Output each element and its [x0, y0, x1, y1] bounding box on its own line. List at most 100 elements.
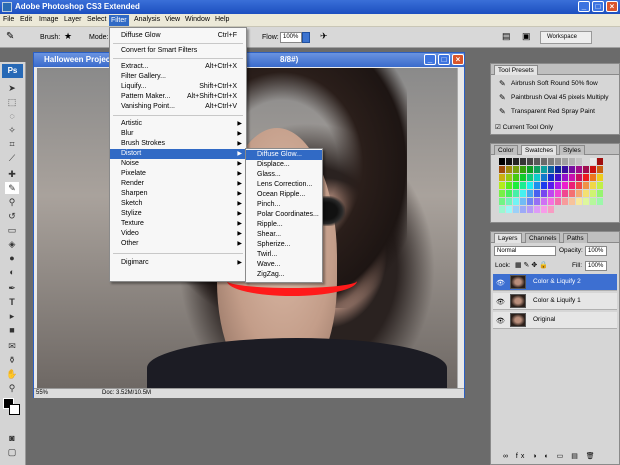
- swatch[interactable]: [520, 198, 526, 205]
- swatch[interactable]: [534, 174, 540, 181]
- swatch[interactable]: [506, 166, 512, 173]
- swatch[interactable]: [548, 182, 554, 189]
- tab-color[interactable]: Color: [494, 145, 518, 155]
- swatch[interactable]: [527, 190, 533, 197]
- swatch[interactable]: [527, 182, 533, 189]
- menu-item-pattern-maker[interactable]: Pattern Maker... Alt+Shift+Ctrl+X: [110, 92, 246, 102]
- swatch[interactable]: [569, 190, 575, 197]
- submenu-diffuse-glow[interactable]: Diffuse Glow...: [246, 150, 322, 160]
- swatch[interactable]: [548, 166, 554, 173]
- swatch[interactable]: [576, 158, 582, 165]
- swatch[interactable]: [583, 174, 589, 181]
- menu-item-distort[interactable]: Distort ▶: [110, 149, 246, 159]
- eye-icon[interactable]: 👁: [496, 298, 505, 306]
- layers-bottom-toolbar[interactable]: ∞ fx ◑ ◐ ▭ ▤ 🗑: [503, 452, 598, 460]
- zoom-level[interactable]: 55%: [36, 390, 48, 396]
- swatch[interactable]: [513, 166, 519, 173]
- swatch[interactable]: [520, 190, 526, 197]
- swatch[interactable]: [513, 198, 519, 205]
- swatch[interactable]: [562, 158, 568, 165]
- preset-item[interactable]: ✎ Paintbrush Oval 45 pixels Multiply: [499, 92, 617, 104]
- swatch[interactable]: [499, 158, 505, 165]
- path-selection-icon[interactable]: ▸: [5, 310, 19, 322]
- menu-window[interactable]: Window: [185, 16, 210, 23]
- submenu-ocean-ripple[interactable]: Ocean Ripple...: [246, 190, 322, 200]
- palette-well-icon[interactable]: ▤: [502, 31, 511, 42]
- menu-analysis[interactable]: Analysis: [134, 16, 160, 23]
- swatch[interactable]: [541, 166, 547, 173]
- paint-bucket-icon[interactable]: ◈: [5, 238, 19, 250]
- menu-layer[interactable]: Layer: [64, 16, 82, 23]
- swatch[interactable]: [520, 174, 526, 181]
- swatch[interactable]: [541, 182, 547, 189]
- swatch[interactable]: [583, 158, 589, 165]
- swatch[interactable]: [520, 166, 526, 173]
- swatch[interactable]: [506, 182, 512, 189]
- vertical-scrollbar[interactable]: [457, 68, 464, 388]
- doc-maximize-button[interactable]: □: [438, 54, 450, 65]
- swatch[interactable]: [590, 174, 596, 181]
- dodge-tool-icon[interactable]: ◐: [5, 266, 19, 278]
- tab-channels[interactable]: Channels: [525, 233, 561, 243]
- swatch[interactable]: [499, 182, 505, 189]
- swatch[interactable]: [569, 158, 575, 165]
- swatch[interactable]: [499, 206, 505, 213]
- swatch[interactable]: [555, 158, 561, 165]
- swatch[interactable]: [534, 182, 540, 189]
- menu-filter[interactable]: Filter: [109, 15, 129, 26]
- zoom-tool-icon[interactable]: ⚲: [5, 382, 19, 394]
- fill-input[interactable]: 100%: [585, 261, 607, 271]
- layer-row[interactable]: 👁 Original: [493, 312, 617, 329]
- swatch[interactable]: [506, 190, 512, 197]
- eyedropper-icon[interactable]: ⚱: [5, 354, 19, 366]
- type-tool-icon[interactable]: T: [5, 296, 19, 308]
- menu-item-sketch[interactable]: Sketch ▶: [110, 199, 246, 209]
- shape-tool-icon[interactable]: ■: [5, 324, 19, 336]
- swatch[interactable]: [562, 166, 568, 173]
- pen-tool-icon[interactable]: ✒: [5, 282, 19, 294]
- menu-view[interactable]: View: [165, 16, 180, 23]
- submenu-polar-coordinates[interactable]: Polar Coordinates...: [246, 210, 322, 220]
- menu-item-digimarc[interactable]: Digimarc ▶: [110, 258, 246, 268]
- swatch[interactable]: [541, 190, 547, 197]
- layer-row[interactable]: 👁 Color & Liquify 2: [493, 274, 617, 291]
- screen-mode-icon[interactable]: ▢: [5, 446, 19, 458]
- menu-item-filter-gallery[interactable]: Filter Gallery...: [110, 72, 246, 82]
- swatch[interactable]: [548, 174, 554, 181]
- swatch[interactable]: [499, 198, 505, 205]
- menu-item-pixelate[interactable]: Pixelate ▶: [110, 169, 246, 179]
- swatch[interactable]: [597, 158, 603, 165]
- brush-tool-icon[interactable]: ✎: [5, 182, 19, 194]
- swatch[interactable]: [527, 158, 533, 165]
- swatch[interactable]: [520, 206, 526, 213]
- submenu-displace[interactable]: Displace...: [246, 160, 322, 170]
- swatch[interactable]: [520, 182, 526, 189]
- swatch[interactable]: [541, 174, 547, 181]
- swatch[interactable]: [555, 190, 561, 197]
- swatch[interactable]: [513, 190, 519, 197]
- swatch[interactable]: [562, 198, 568, 205]
- menu-item-texture[interactable]: Texture ▶: [110, 219, 246, 229]
- menu-select[interactable]: Select: [87, 16, 106, 23]
- lasso-tool-icon[interactable]: ◌: [5, 110, 19, 122]
- swatch[interactable]: [590, 198, 596, 205]
- doc-minimize-button[interactable]: _: [424, 54, 436, 65]
- menu-item-last-filter[interactable]: Diffuse Glow Ctrl+F: [110, 31, 246, 41]
- menu-item-liquify[interactable]: Liquify... Shift+Ctrl+X: [110, 82, 246, 92]
- swatch[interactable]: [562, 190, 568, 197]
- swatch[interactable]: [534, 158, 540, 165]
- swatch[interactable]: [555, 182, 561, 189]
- swatch[interactable]: [583, 198, 589, 205]
- swatch[interactable]: [527, 166, 533, 173]
- menu-item-noise[interactable]: Noise ▶: [110, 159, 246, 169]
- clone-stamp-icon[interactable]: ⚲: [5, 196, 19, 208]
- swatch[interactable]: [506, 174, 512, 181]
- swatch[interactable]: [597, 166, 603, 173]
- swatch[interactable]: [541, 206, 547, 213]
- swatch[interactable]: [583, 190, 589, 197]
- tab-layers[interactable]: Layers: [494, 233, 522, 243]
- swatch[interactable]: [534, 198, 540, 205]
- menu-item-brush-strokes[interactable]: Brush Strokes ▶: [110, 139, 246, 149]
- swatch[interactable]: [590, 158, 596, 165]
- submenu-zigzag[interactable]: ZigZag...: [246, 270, 322, 280]
